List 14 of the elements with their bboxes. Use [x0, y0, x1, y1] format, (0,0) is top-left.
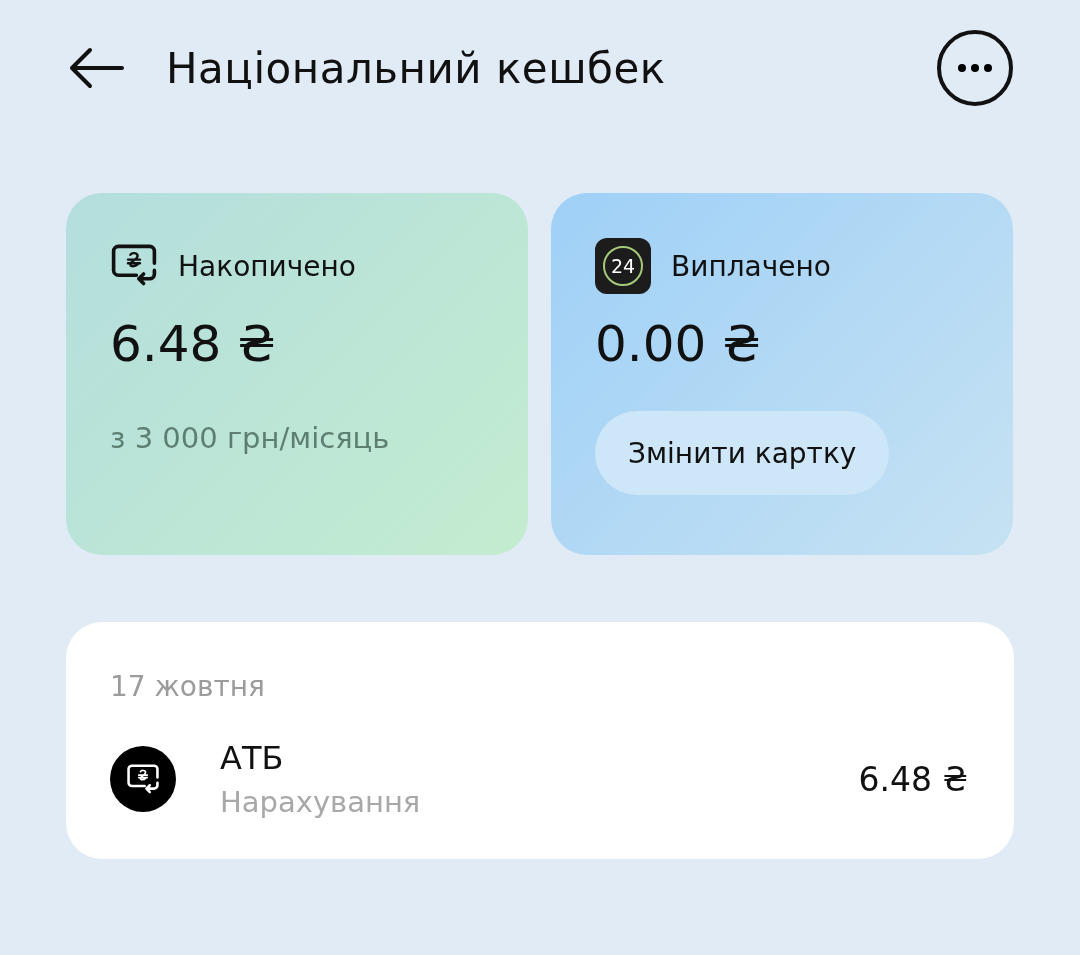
- more-button[interactable]: [936, 29, 1014, 107]
- card-label: Виплачено: [671, 249, 831, 283]
- merchant-name: АТБ: [220, 739, 285, 777]
- limit-note: з 3 000 грн/місяць: [110, 421, 391, 455]
- page-title: Національний кешбек: [166, 43, 667, 93]
- change-card-button[interactable]: Змінити картку: [595, 411, 890, 495]
- transaction-type: Нарахування: [220, 785, 422, 819]
- amount: 6.48 ₴: [110, 315, 277, 373]
- date-heading: 17 жовтня: [110, 670, 266, 703]
- amount: 0.00 ₴: [595, 315, 762, 373]
- transaction-amount: 6.48 ₴: [858, 759, 968, 799]
- cashback-icon: [110, 244, 158, 288]
- card-label: Накопичено: [178, 249, 356, 283]
- bank-logo-icon: 24: [595, 238, 651, 294]
